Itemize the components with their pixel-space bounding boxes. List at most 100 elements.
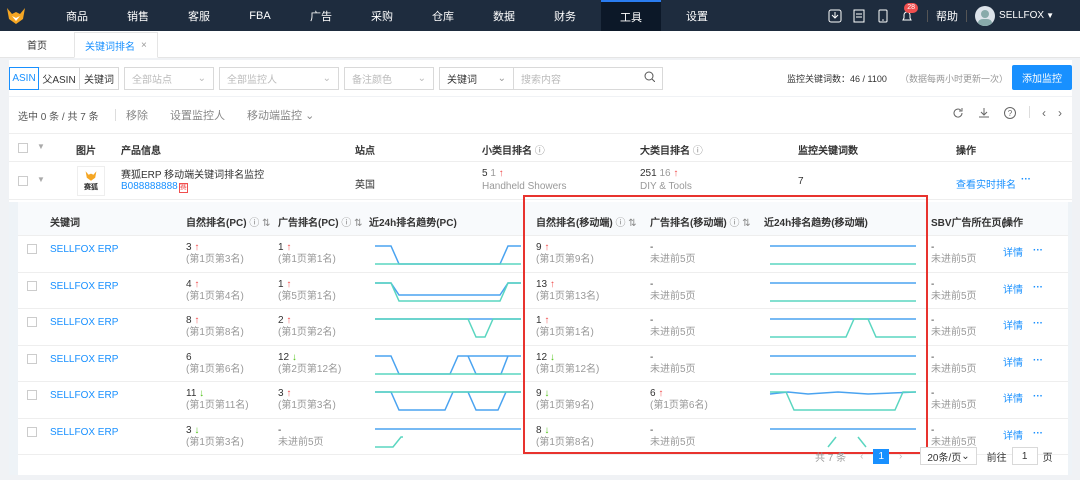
tab-keyword-rank[interactable]: 关键词排名 × <box>74 32 158 58</box>
detail-link[interactable]: 详情 <box>1003 358 1023 370</box>
mobile-monitor-dropdown[interactable]: 移动端监控 ⌄ <box>247 107 314 123</box>
rank-value: 8 <box>536 424 542 436</box>
col-product: 产品信息 <box>121 146 161 157</box>
page-size-value: 20条/页 <box>927 452 962 464</box>
nav-item[interactable]: 广告 <box>296 0 346 31</box>
task-list-icon[interactable] <box>847 0 871 31</box>
close-icon[interactable]: × <box>141 40 147 51</box>
help-icon[interactable]: ? <box>1003 106 1017 123</box>
detail-link[interactable]: 详情 <box>1003 431 1023 443</box>
more-icon[interactable]: ··· <box>1033 428 1043 440</box>
chevron-left-icon[interactable]: ‹ <box>1042 106 1046 123</box>
page-size-select[interactable]: 20条/页 ⌄ <box>920 447 977 465</box>
nav-item[interactable]: 数据 <box>479 0 529 31</box>
mobile-icon[interactable] <box>871 0 895 31</box>
nav-item[interactable]: FBA <box>235 0 285 31</box>
mobile-natural-sub: (第1页第13名) <box>536 290 600 302</box>
chevron-right-icon[interactable]: › <box>1058 106 1062 123</box>
nav-item[interactable]: 设置 <box>672 0 722 31</box>
export-icon[interactable] <box>977 106 991 123</box>
nav-item[interactable]: 仓库 <box>418 0 468 31</box>
fox-logo-icon <box>85 171 97 181</box>
detail-link[interactable]: 详情 <box>1003 248 1023 260</box>
seg-keyword[interactable]: 关键词 <box>79 66 119 90</box>
detail-link[interactable]: 详情 <box>1003 285 1023 297</box>
nav-item[interactable]: 商品 <box>52 0 102 31</box>
nav-item-tools-active[interactable]: 工具 <box>601 0 661 31</box>
seg-parent-asin[interactable]: 父ASIN <box>38 66 80 90</box>
big-rank: 251 16 ↑ <box>640 168 678 179</box>
username[interactable]: SELLFOX <box>999 10 1044 21</box>
help-link[interactable]: 帮助 <box>936 8 958 24</box>
detail-link[interactable]: 详情 <box>1003 321 1023 333</box>
more-icon[interactable]: ··· <box>1033 282 1043 294</box>
add-monitor-button[interactable]: 添加监控 <box>1012 65 1072 90</box>
chevron-down-icon: ⌄ <box>305 110 315 122</box>
more-icon[interactable]: ··· <box>1033 391 1043 403</box>
keyword-link[interactable]: SELLFOX ERP <box>50 244 118 256</box>
product-asin-link[interactable]: B088888888 赛 <box>121 181 188 193</box>
row-checkbox[interactable] <box>27 426 37 437</box>
dimension-switch: ASIN 父ASIN 关键词 <box>9 66 119 90</box>
mobile-ad-rank: - <box>650 352 653 364</box>
search-input[interactable]: 搜索内容 <box>513 66 663 90</box>
site-select[interactable]: 全部站点 ⌄ <box>124 66 214 90</box>
monitor-select[interactable]: 全部监控人 ⌄ <box>219 66 339 90</box>
prev-page-icon[interactable]: ‹ <box>860 451 863 462</box>
keyword-link[interactable]: SELLFOX ERP <box>50 427 118 439</box>
rank-value: 3 <box>278 388 284 399</box>
col-small-rank-label: 小类目排名 <box>482 146 532 157</box>
row-checkbox[interactable] <box>27 244 37 254</box>
caret-down-icon[interactable]: ▼ <box>1046 11 1054 20</box>
set-monitor-button[interactable]: 设置监控人 <box>170 107 225 123</box>
keyword-link[interactable]: SELLFOX ERP <box>50 317 118 329</box>
download-icon[interactable] <box>823 0 847 31</box>
expand-all-icon[interactable]: ▼ <box>37 142 45 151</box>
next-page-icon[interactable]: › <box>899 451 902 462</box>
trend-arrow-icon: ↓ <box>194 424 200 436</box>
view-realtime-rank-link[interactable]: 查看实时排名 <box>956 176 1016 191</box>
row-checkbox[interactable] <box>27 390 37 400</box>
more-icon[interactable]: ··· <box>1033 355 1043 367</box>
remove-button[interactable]: 移除 <box>126 107 148 123</box>
pc-natural-rank: 8 ↑ <box>186 315 199 327</box>
nav-item[interactable]: 采购 <box>357 0 407 31</box>
avatar[interactable] <box>975 5 996 26</box>
nav-item[interactable]: 销售 <box>113 0 163 31</box>
keyword-link[interactable]: SELLFOX ERP <box>50 281 118 293</box>
sbv-value: - <box>931 315 935 326</box>
detail-link[interactable]: 详情 <box>1003 394 1023 406</box>
more-icon[interactable]: ··· <box>1033 318 1043 330</box>
field-select[interactable]: 关键词 ⌄ <box>439 66 514 90</box>
seg-asin[interactable]: ASIN <box>9 66 39 90</box>
row-checkbox[interactable] <box>27 353 37 364</box>
color-select[interactable]: 备注颜色 ⌄ <box>344 66 434 90</box>
row-checkbox[interactable] <box>18 176 28 186</box>
row-checkbox[interactable] <box>27 280 37 291</box>
mobile-natural-sub: (第1页第1名) <box>536 327 594 338</box>
sellfox-logo-icon[interactable] <box>0 0 32 31</box>
mobile-ad-sub: 未进前5页 <box>650 327 696 338</box>
keyword-link[interactable]: SELLFOX ERP <box>50 390 118 402</box>
search-placeholder: 搜索内容 <box>521 74 561 86</box>
row-checkbox[interactable] <box>27 317 37 327</box>
page-number[interactable]: 1 <box>873 448 890 464</box>
goto-input[interactable]: 1 <box>1011 447 1038 465</box>
bell-icon[interactable]: 28 <box>895 0 919 31</box>
tab-home[interactable]: 首页 <box>0 31 74 57</box>
nav-item[interactable]: 客服 <box>174 0 224 31</box>
select-all-checkbox[interactable] <box>18 143 28 153</box>
more-icon[interactable]: ··· <box>1033 245 1043 257</box>
expand-icon[interactable]: ▼ <box>37 175 45 184</box>
info-icon: ⓘ ⇅ <box>615 218 637 229</box>
more-icon[interactable]: ··· <box>1021 174 1031 185</box>
page-unit: 页 <box>1042 452 1053 464</box>
nav-item[interactable]: 财务 <box>540 0 590 31</box>
refresh-icon[interactable] <box>951 106 965 123</box>
rank-value: 11 <box>186 388 197 399</box>
keyword-link[interactable]: SELLFOX ERP <box>50 354 118 366</box>
search-icon[interactable] <box>644 71 656 85</box>
page-tabs: 首页 关键词排名 × <box>0 31 1080 58</box>
rank-value: - <box>650 315 654 326</box>
col-sbv: SBV广告所在页( <box>931 218 1005 229</box>
